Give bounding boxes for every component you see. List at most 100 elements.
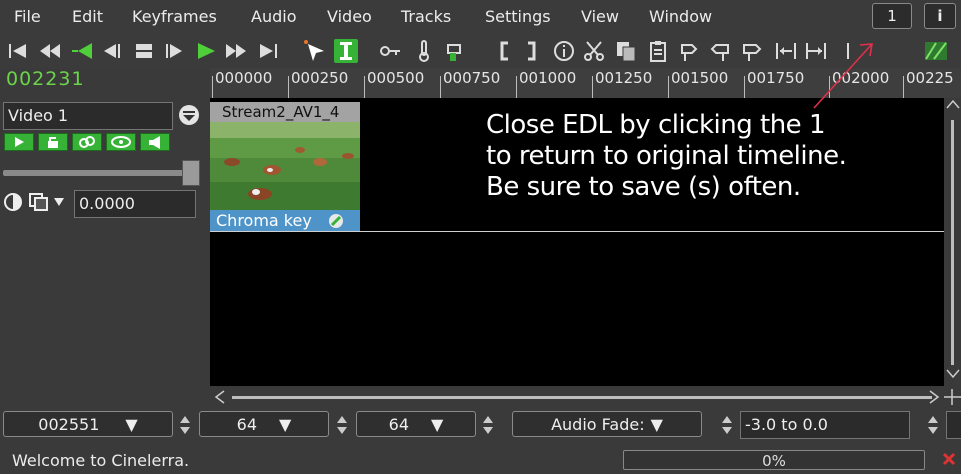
chevron-down-icon: ▼ [125,415,138,434]
ruler-tick [744,76,745,98]
fader-handle[interactable] [182,160,200,186]
menu-audio[interactable]: Audio [251,7,296,26]
mute-icon[interactable] [140,133,170,151]
auto-range-max-field[interactable] [946,411,961,439]
chevron-down-icon: ▼ [279,415,292,434]
next-label-icon[interactable] [740,39,764,63]
fader-value-field[interactable]: 0.0000 [74,190,196,218]
track-name-field[interactable]: Video 1 [3,102,173,130]
scissors-icon[interactable] [582,39,606,63]
cut-mode-icon[interactable] [334,39,358,63]
label-icon[interactable] [678,39,702,63]
fader-track[interactable] [3,170,187,176]
in-point-icon[interactable] [494,39,518,63]
ruler-label: 001750 [747,69,805,87]
annotation-line: Close EDL by clicking the 1 [486,110,826,140]
annotation-line: Be sure to save (s) often. [486,172,801,202]
chevron-down-icon: ▼ [431,415,444,434]
amp-zoom-dropdown[interactable]: 64 ▼ [199,411,329,437]
fast-forward-icon[interactable] [224,39,248,63]
zoom-bar: 002551 ▼ 64 ▼ 64 ▼ Audio Fade: ▼ -3.0 to 0.0 [0,406,961,446]
sample-zoom-stepper-icon[interactable] [178,414,192,436]
expand-track-icon[interactable] [178,104,200,126]
ruler-label: 001250 [595,69,653,87]
fast-rewind-icon[interactable] [38,39,62,63]
edl-close-button[interactable]: 1 [872,3,912,29]
track-zoom-dropdown[interactable]: 64 ▼ [356,411,476,437]
ruler-tick [288,76,289,98]
overlay-mode-icon[interactable] [28,192,72,212]
ruler-tick [516,76,517,98]
frame-forward-icon[interactable] [162,39,186,63]
thermometer-icon[interactable] [412,39,436,63]
vertical-scrollbar[interactable] [944,98,961,388]
status-bar: Welcome to Cinelerra. 0% [0,446,961,474]
arrow-select-icon[interactable] [302,39,326,63]
annotation-arrow-icon [813,43,873,109]
ruler-tick [668,76,669,98]
cancel-icon[interactable] [942,452,956,466]
paste-icon[interactable] [646,39,670,63]
copy-icon[interactable] [614,39,638,63]
menu-file[interactable]: File [14,7,41,26]
track-panel: Video 1 0.0000 [0,98,210,388]
play-track-icon[interactable] [4,133,34,151]
fit-selection-icon[interactable] [774,39,798,63]
info-circle-icon[interactable] [552,39,576,63]
menu-tracks[interactable]: Tracks [401,7,451,26]
track-divider [210,231,944,232]
blend-mode-icon[interactable] [3,192,23,212]
effect-toggle-icon[interactable] [328,213,344,229]
menu-bar: File Edit Keyframes Audio Video Tracks S… [0,0,961,34]
clip-thumbnail[interactable] [210,122,360,210]
link-icon[interactable] [72,133,102,151]
menu-keyframes[interactable]: Keyframes [132,7,217,26]
auto-range-stepper-icon[interactable] [720,414,734,436]
sample-zoom-value: 002551 [38,415,100,434]
ruler-tick [592,76,593,98]
annotation-line: to return to original timeline. [486,141,847,171]
chevron-down-icon: ▼ [650,415,663,434]
menu-window[interactable]: Window [649,7,712,26]
rewind-icon[interactable] [70,39,94,63]
ruler-label: 000250 [291,69,349,87]
key-icon[interactable] [378,39,402,63]
clip-title[interactable]: Stream2_AV1_4 [210,102,360,122]
mixer-icon[interactable] [924,39,948,63]
auto-range-field[interactable]: -3.0 to 0.0 [740,411,910,439]
menu-video[interactable]: Video [327,7,372,26]
ruler-label: 00225 [906,69,954,87]
goto-start-icon[interactable] [6,39,30,63]
ruler-label: 001500 [671,69,729,87]
tutorial-annotation: Close EDL by clicking the 1 to return to… [486,110,926,203]
auto-range-max-stepper-icon[interactable] [926,414,940,436]
track-zoom-stepper-icon[interactable] [481,414,495,436]
play-icon[interactable] [194,39,218,63]
amp-zoom-stepper-icon[interactable] [335,414,349,436]
lock-icon[interactable] [38,133,68,151]
horizontal-scrollbar[interactable] [210,388,961,406]
prev-label-icon[interactable] [708,39,732,63]
frame-back-icon[interactable] [100,39,124,63]
goto-end-icon[interactable] [256,39,280,63]
ruler-tick [364,76,365,98]
out-point-icon[interactable] [518,39,542,63]
menu-view[interactable]: View [581,7,619,26]
effect-label: Chroma key [216,211,312,230]
label-hand-icon[interactable] [444,39,468,63]
menu-settings[interactable]: Settings [485,7,551,26]
ruler-tick [212,76,213,98]
menu-edit[interactable]: Edit [72,7,103,26]
auto-type-dropdown[interactable]: Audio Fade: ▼ [512,411,702,437]
ruler-label: 001000 [519,69,577,87]
current-position-timecode: 002231 [6,68,85,90]
eye-icon[interactable] [106,133,136,151]
ruler-tick [903,76,904,98]
stop-icon[interactable] [132,39,156,63]
clip-effect-bar[interactable]: Chroma key [210,210,360,232]
info-button[interactable]: i [924,3,956,29]
ruler-label: 000500 [367,69,425,87]
progress-bar: 0% [623,450,925,470]
track-zoom-value: 64 [388,415,410,434]
sample-zoom-dropdown[interactable]: 002551 ▼ [3,411,173,437]
